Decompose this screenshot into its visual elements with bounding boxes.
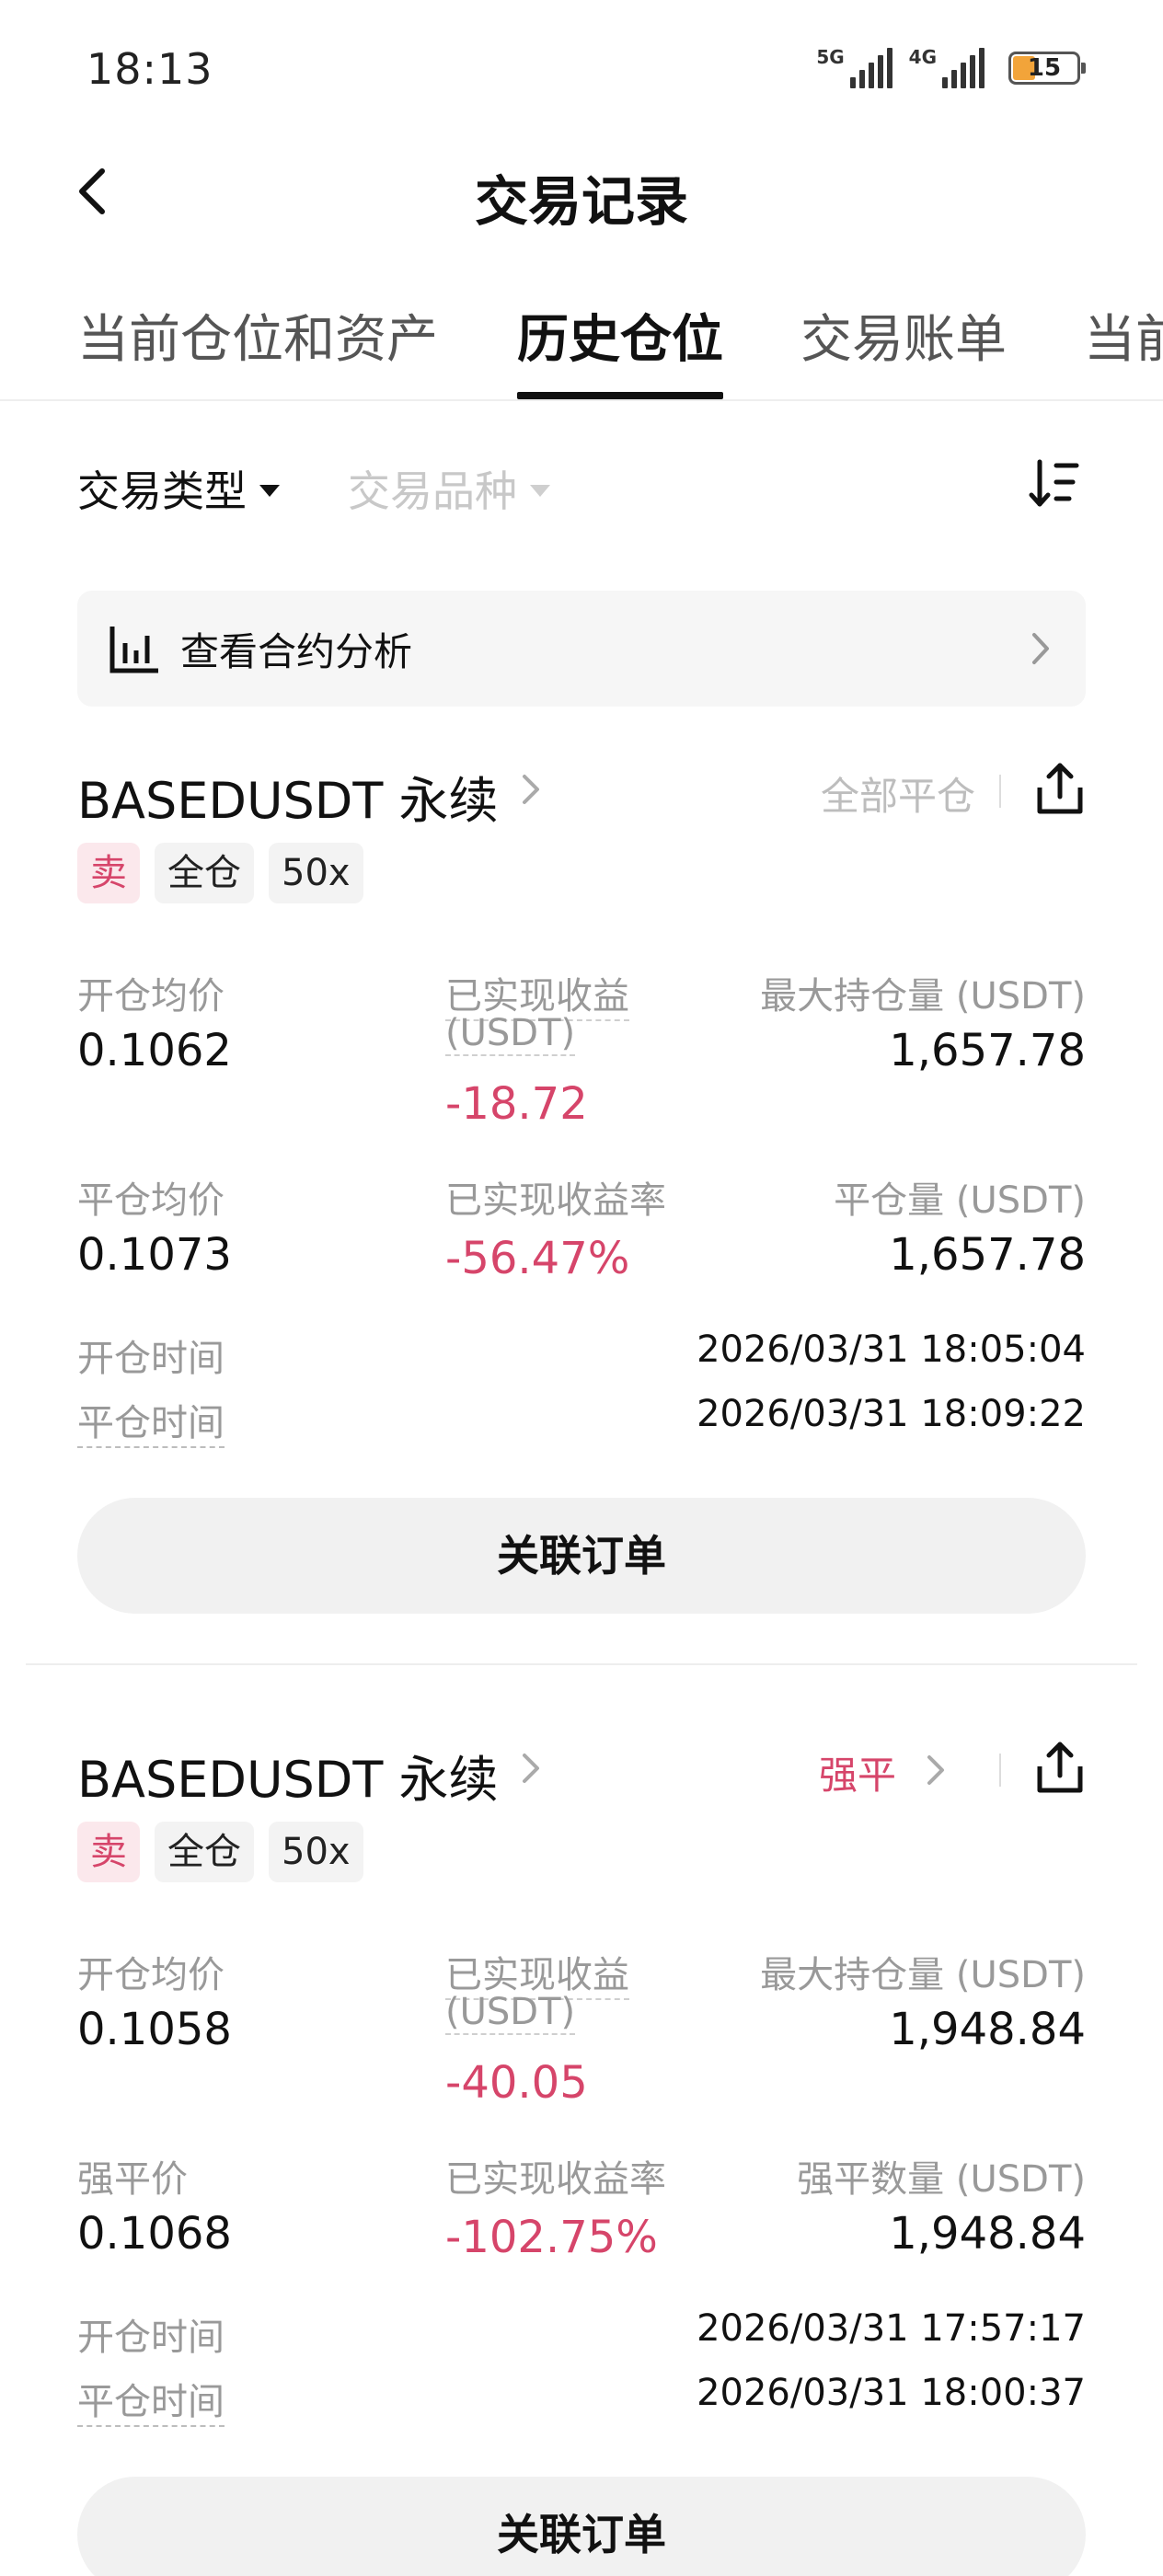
open-avg-label: 开仓均价 — [77, 975, 225, 1018]
tab-positions-assets[interactable]: 当前仓位和资产 — [77, 298, 438, 373]
divider — [999, 775, 1001, 808]
tab-trade-bills[interactable]: 交易账单 — [800, 298, 1007, 373]
status-icons: 5G 4G 15 — [816, 48, 1086, 88]
position-card-header: BASEDUSDT 永续 全部平仓 — [77, 754, 1086, 830]
position-symbol[interactable]: BASEDUSDT 永续 — [77, 1739, 499, 1811]
share-icon — [1037, 763, 1083, 814]
instrument-filter[interactable]: 交易品种 — [348, 458, 550, 519]
position-symbol[interactable]: BASEDUSDT 永续 — [77, 760, 499, 833]
status-time: 18:13 — [86, 44, 213, 94]
share-button[interactable] — [1034, 762, 1086, 817]
position-tags: 卖 全仓 50x — [77, 1822, 363, 1882]
close-time-label[interactable]: 平仓时间 — [77, 1393, 225, 1448]
side-tag: 卖 — [77, 843, 140, 903]
trade-type-filter[interactable]: 交易类型 — [77, 458, 280, 519]
realized-pnl-unit: (USDT) — [445, 1012, 576, 1056]
open-avg-value: 0.1062 — [77, 1025, 232, 1076]
related-orders-button[interactable]: 关联订单 — [77, 2477, 1086, 2576]
max-position-value: 1,657.78 — [889, 1025, 1086, 1076]
battery-icon: 15 — [1008, 52, 1086, 85]
open-time-label: 开仓时间 — [77, 2317, 225, 2359]
chevron-right-icon — [523, 775, 539, 804]
realized-pnl-rate-value: -56.47% — [445, 1233, 630, 1284]
close-type-label: 全部平仓 — [820, 774, 975, 819]
share-icon — [1037, 1742, 1083, 1793]
card-divider — [26, 1663, 1137, 1665]
position-card: BASEDUSDT 永续 全部平仓 卖 全仓 50x 开仓均价 0.1062 已… — [77, 754, 1086, 1638]
tab-position-history[interactable]: 历史仓位 — [517, 298, 723, 373]
tab-current[interactable]: 当前 — [1084, 298, 1163, 373]
open-time-label: 开仓时间 — [77, 1338, 225, 1380]
signal-5g-icon: 5G — [816, 48, 892, 88]
chevron-right-icon — [523, 1754, 539, 1783]
contract-analysis-label: 查看合约分析 — [180, 628, 413, 674]
position-tags: 卖 全仓 50x — [77, 843, 363, 903]
sort-button[interactable] — [1029, 458, 1080, 510]
close-time-label[interactable]: 平仓时间 — [77, 2372, 225, 2427]
close-avg-label: 平仓均价 — [77, 1179, 225, 1222]
margin-mode-tag: 全仓 — [155, 1822, 254, 1882]
close-avg-value: 0.1073 — [77, 1229, 232, 1281]
chevron-right-icon — [1032, 633, 1049, 664]
trade-type-label: 交易类型 — [77, 466, 247, 516]
realized-pnl-rate-label: 已实现收益率 — [445, 1179, 666, 1222]
instrument-label: 交易品种 — [348, 466, 517, 516]
bar-chart-icon — [109, 627, 158, 673]
open-avg-label: 开仓均价 — [77, 1954, 225, 1996]
contract-analysis-banner[interactable]: 查看合约分析 — [77, 591, 1086, 707]
realized-pnl-value: -40.05 — [445, 2057, 588, 2109]
close-amount-label: 平仓量 (USDT) — [834, 1179, 1086, 1222]
position-card-header: BASEDUSDT 永续 强平 — [77, 1733, 1086, 1809]
side-tag: 卖 — [77, 1822, 140, 1882]
leverage-tag: 50x — [269, 843, 363, 903]
realized-pnl-value: -18.72 — [445, 1078, 588, 1130]
liquidation-amount-label: 强平数量 (USDT) — [797, 2158, 1086, 2201]
share-button[interactable] — [1034, 1741, 1086, 1796]
status-bar: 18:13 5G 4G 15 — [0, 0, 1163, 138]
position-card: BASEDUSDT 永续 强平 卖 全仓 50x 开仓均价 0.1058 已实现… — [77, 1733, 1086, 2576]
liquidation-amount-value: 1,948.84 — [889, 2208, 1086, 2260]
open-time-value: 2026/03/31 18:05:04 — [697, 1328, 1086, 1371]
signal-4g-icon: 4G — [909, 48, 985, 88]
close-time-value: 2026/03/31 18:09:22 — [697, 1393, 1086, 1435]
margin-mode-tag: 全仓 — [155, 843, 254, 903]
realized-pnl-rate-label: 已实现收益率 — [445, 2158, 666, 2201]
tab-bar: 当前仓位和资产 历史仓位 交易账单 当前 — [0, 293, 1163, 401]
open-time-value: 2026/03/31 17:57:17 — [697, 2307, 1086, 2350]
open-avg-value: 0.1058 — [77, 2004, 232, 2055]
liquidation-label[interactable]: 强平 — [819, 1744, 896, 1800]
active-tab-indicator — [517, 392, 723, 399]
close-amount-value: 1,657.78 — [889, 1229, 1086, 1281]
caret-down-icon — [259, 484, 280, 497]
caret-down-icon — [530, 484, 550, 497]
max-position-label: 最大持仓量 (USDT) — [760, 975, 1086, 1018]
realized-pnl-rate-value: -102.75% — [445, 2212, 658, 2263]
divider — [999, 1754, 1001, 1787]
realized-pnl-unit: (USDT) — [445, 1991, 576, 2035]
max-position-label: 最大持仓量 (USDT) — [760, 1954, 1086, 1996]
sort-icon — [1029, 459, 1079, 507]
liquidation-price-label: 强平价 — [77, 2158, 188, 2201]
page-title: 交易记录 — [474, 170, 688, 233]
max-position-value: 1,948.84 — [889, 2004, 1086, 2055]
liquidation-price-value: 0.1068 — [77, 2208, 232, 2260]
chevron-right-icon — [927, 1755, 944, 1785]
related-orders-button[interactable]: 关联订单 — [77, 1498, 1086, 1614]
leverage-tag: 50x — [269, 1822, 363, 1882]
close-time-value: 2026/03/31 18:00:37 — [697, 2372, 1086, 2414]
